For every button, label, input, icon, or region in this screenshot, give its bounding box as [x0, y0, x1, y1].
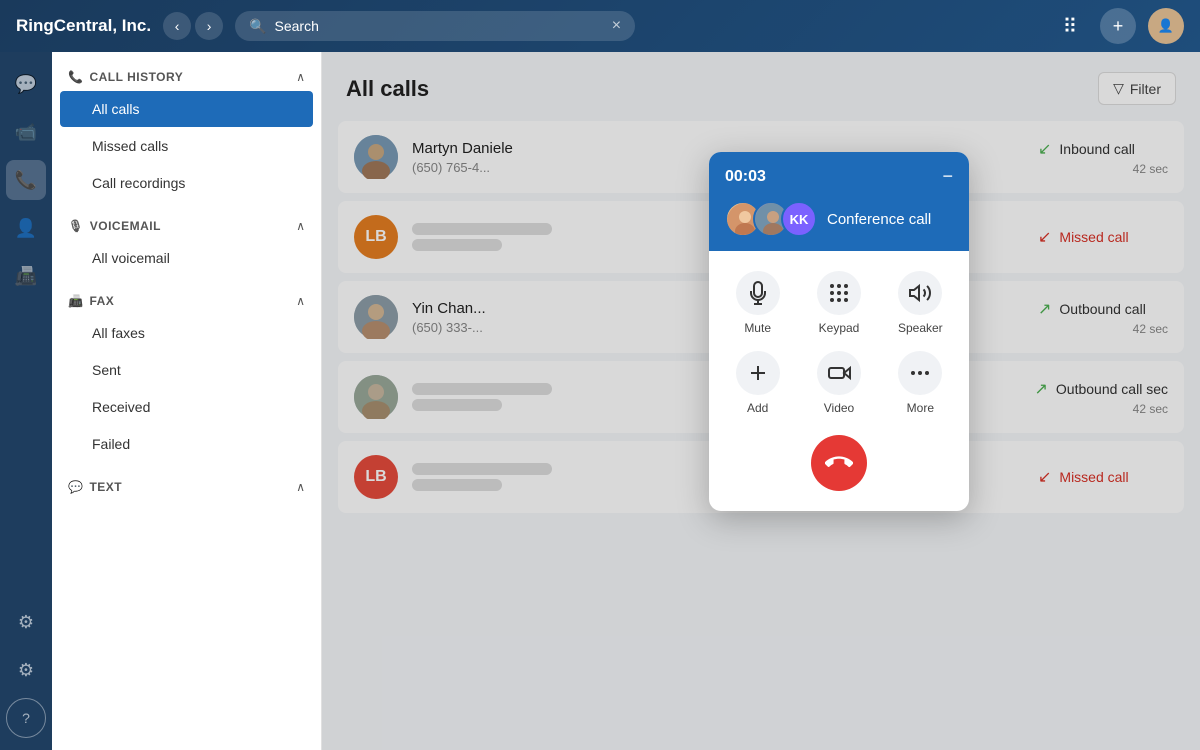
more-icon — [898, 351, 942, 395]
app-title: RingCentral, Inc. — [16, 16, 151, 36]
sidebar-item-failed[interactable]: Failed — [60, 426, 313, 462]
more-button[interactable]: More — [888, 351, 953, 415]
voicemail-icon: 🎙 — [68, 219, 84, 233]
keypad-button[interactable]: Keypad — [806, 271, 871, 335]
text-collapse-button[interactable]: ∧ — [296, 480, 305, 494]
apps-grid-button[interactable]: ⠿ — [1052, 8, 1088, 44]
end-call-button[interactable] — [811, 435, 867, 491]
fax-section-header: 📠 FAX ∧ — [52, 284, 321, 314]
sidebar-item-all-voicemail[interactable]: All voicemail — [60, 240, 313, 276]
sidebar-item-sent[interactable]: Sent — [60, 352, 313, 388]
topbar: RingCentral, Inc. ‹ › 🔍 × ⠿ + 👤 — [0, 0, 1200, 52]
text-label: TEXT — [89, 480, 122, 494]
add-button[interactable]: + — [1100, 8, 1136, 44]
nav-back-button[interactable]: ‹ — [163, 12, 191, 40]
keypad-icon — [817, 271, 861, 315]
phone-icon: 📞 — [68, 70, 83, 84]
sidebar-messages-button[interactable]: 💬 — [6, 64, 46, 104]
text-icon: 💬 — [68, 480, 83, 494]
voicemail-collapse-button[interactable]: ∧ — [296, 219, 305, 233]
fax-collapse-button[interactable]: ∧ — [296, 294, 305, 308]
video-label: Video — [824, 401, 854, 415]
icon-sidebar-bottom: ⚙ ⚙ ? — [6, 602, 46, 738]
fax-icon: 📠 — [68, 294, 83, 308]
call-minimize-button[interactable]: − — [942, 166, 953, 187]
call-controls-grid: Mute Keypad — [725, 271, 953, 415]
sidebar-item-all-faxes[interactable]: All faxes — [60, 315, 313, 351]
user-avatar[interactable]: 👤 — [1148, 8, 1184, 44]
participant-avatars: KK — [725, 201, 817, 237]
speaker-button[interactable]: Speaker — [888, 271, 953, 335]
call-timer: 00:03 — [725, 168, 766, 186]
call-history-section-header: 📞 CALL HISTORY ∧ — [52, 60, 321, 90]
end-call-icon — [825, 449, 853, 477]
search-input[interactable] — [275, 18, 604, 34]
fax-label: FAX — [89, 294, 114, 308]
sidebar-item-call-recordings[interactable]: Call recordings — [60, 165, 313, 201]
sidebar-contacts-button[interactable]: 👤 — [6, 208, 46, 248]
add-icon — [736, 351, 780, 395]
mute-button[interactable]: Mute — [725, 271, 790, 335]
sidebar-help-button[interactable]: ? — [6, 698, 46, 738]
mute-icon — [736, 271, 780, 315]
call-label: Conference call — [827, 211, 931, 228]
call-card-header: 00:03 − — [709, 152, 969, 201]
voicemail-section-header: 🎙 VOICEMAIL ∧ — [52, 209, 321, 239]
sidebar-item-all-calls[interactable]: All calls — [60, 91, 313, 127]
speaker-label: Speaker — [898, 321, 943, 335]
topbar-right: ⠿ + 👤 — [1052, 8, 1184, 44]
voicemail-label: VOICEMAIL — [90, 219, 161, 233]
speaker-icon — [898, 271, 942, 315]
sidebar-settings-button[interactable]: ⚙ — [6, 650, 46, 690]
nav-arrows: ‹ › — [163, 12, 223, 40]
participant-avatar-kk: KK — [781, 201, 817, 237]
sidebar-item-received[interactable]: Received — [60, 389, 313, 425]
text-section-header: 💬 TEXT ∧ — [52, 470, 321, 500]
sidebar-fax-button[interactable]: 📠 — [6, 256, 46, 296]
more-label: More — [907, 401, 934, 415]
search-icon: 🔍 — [249, 18, 266, 35]
content-area: All calls ▽ Filter Martyn Daniele (65 — [322, 52, 1200, 750]
main-sidebar: 📞 CALL HISTORY ∧ All calls Missed calls … — [52, 52, 322, 750]
add-label: Add — [747, 401, 768, 415]
active-call-card: 00:03 − — [709, 152, 969, 511]
sidebar-apps-button[interactable]: ⚙ — [6, 602, 46, 642]
sidebar-phone-button[interactable]: 📞 — [6, 160, 46, 200]
avatar-image: 👤 — [1158, 18, 1174, 34]
video-button[interactable]: Video — [806, 351, 871, 415]
call-history-collapse-button[interactable]: ∧ — [296, 70, 305, 84]
nav-forward-button[interactable]: › — [195, 12, 223, 40]
call-card-body: Mute Keypad — [709, 251, 969, 511]
mute-label: Mute — [744, 321, 771, 335]
call-card-participants: KK Conference call — [709, 201, 969, 251]
search-clear-button[interactable]: × — [612, 17, 621, 35]
add-button[interactable]: Add — [725, 351, 790, 415]
app-body: 💬 📹 📞 👤 📠 ⚙ ⚙ ? 📞 CALL HISTORY ∧ All cal… — [0, 52, 1200, 750]
call-history-label: CALL HISTORY — [89, 70, 183, 84]
sidebar-item-missed-calls[interactable]: Missed calls — [60, 128, 313, 164]
icon-sidebar: 💬 📹 📞 👤 📠 ⚙ ⚙ ? — [0, 52, 52, 750]
keypad-label: Keypad — [819, 321, 860, 335]
video-icon — [817, 351, 861, 395]
sidebar-video-button[interactable]: 📹 — [6, 112, 46, 152]
search-bar: 🔍 × — [235, 11, 635, 41]
